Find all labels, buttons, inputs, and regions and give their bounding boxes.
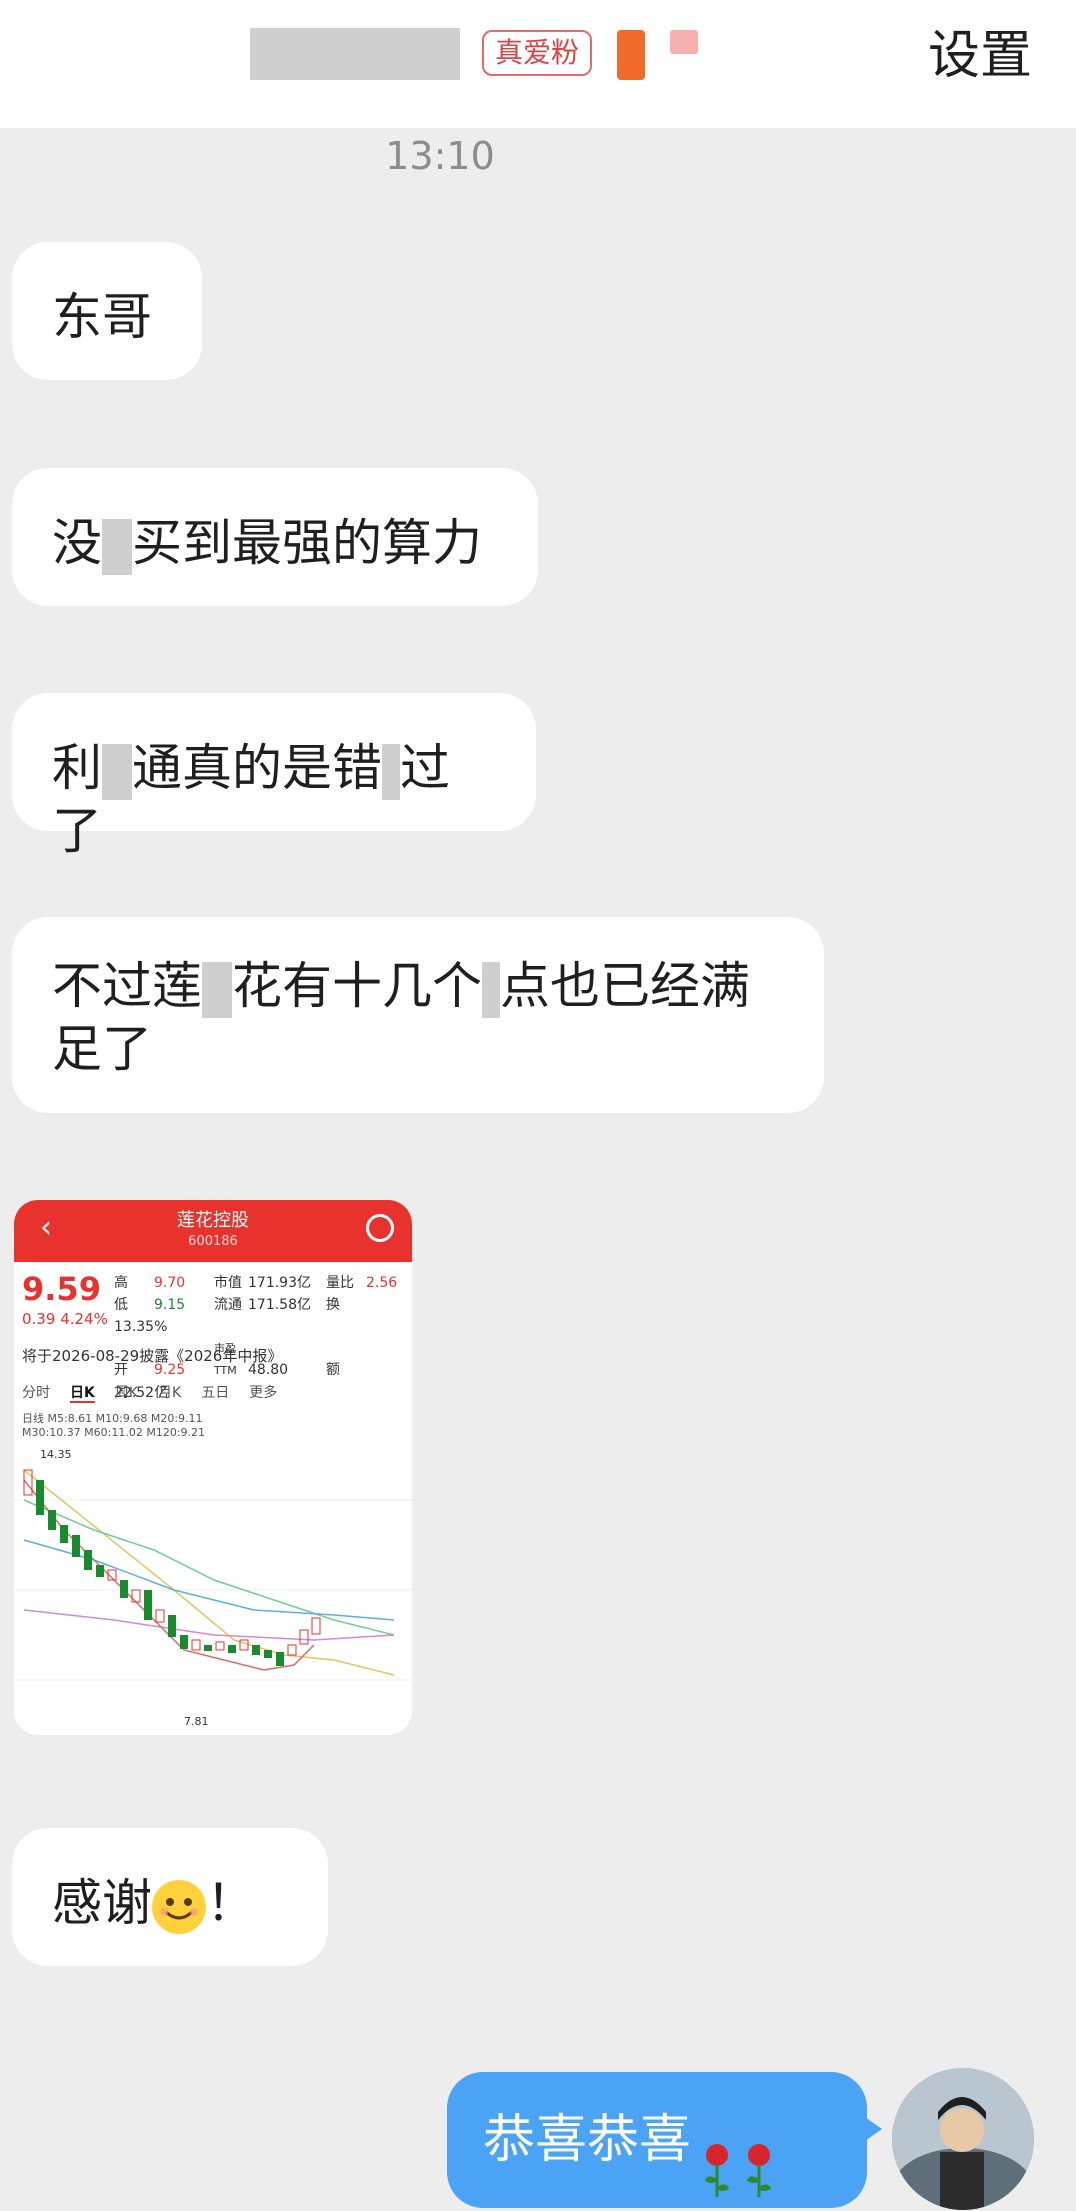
chart-high-label: 14.35: [40, 1448, 72, 1461]
message-bubble[interactable]: 利通真的是错 过了: [12, 693, 536, 860]
stock-screenshot-image[interactable]: ‹ 莲花控股 600186 9.59 0.39 4.24% 高 9.70 市值 171…: [14, 1200, 412, 1735]
stock-code: 600186: [188, 1234, 238, 1249]
ma-legend: 日线 M5:8.61 M10:9.68 M20:9.11 M30:10.37 M…: [22, 1412, 206, 1439]
message-text: 不过莲: [52, 957, 202, 1015]
chart-tabs: 分时 日K 周K 月K 五日 更多: [22, 1382, 297, 1403]
kline-chart: 14.35 7.81: [14, 1448, 412, 1728]
avatar[interactable]: [892, 2068, 1034, 2210]
stock-name: 莲花控股: [177, 1210, 249, 1231]
candles: [23, 1469, 321, 1666]
message-text: 利: [52, 739, 102, 797]
message-text: 通真的是错: [132, 739, 382, 797]
stock-price: 9.59: [22, 1270, 101, 1308]
redaction-mark: [382, 743, 400, 800]
rose-emoji-icon: [743, 2114, 775, 2197]
settings-button[interactable]: 设置: [928, 26, 1032, 86]
badge-icon: [617, 30, 645, 80]
message-text: 东哥: [52, 288, 152, 346]
timestamp: 13:10: [385, 134, 495, 178]
redaction-mark: [102, 743, 132, 800]
chart-low-label: 7.81: [184, 1715, 209, 1728]
stock-app-header: ‹ 莲花控股 600186: [14, 1200, 412, 1262]
message-bubble[interactable]: 东哥: [12, 242, 202, 380]
stock-change: 0.39 4.24%: [22, 1310, 108, 1328]
message-bubble[interactable]: 感谢 ！: [12, 1828, 328, 1966]
badge-icon-secondary: [670, 30, 698, 54]
chat-header: 真爱粉 设置: [0, 0, 1076, 128]
smile-emoji-icon: [152, 1879, 206, 1934]
tab-five-day: 五日: [201, 1385, 230, 1401]
message-text: 恭喜恭喜: [483, 2110, 692, 2170]
message-text: 没: [52, 514, 102, 572]
redaction-mark: [202, 961, 232, 1018]
message-text: 感谢: [52, 1874, 152, 1932]
redaction-mark: [102, 518, 132, 575]
my-message-bubble[interactable]: 恭喜恭喜: [447, 2072, 867, 2208]
rose-emoji-icon: [701, 2114, 733, 2197]
tab-more: 更多: [249, 1385, 278, 1401]
redaction-mark: [482, 961, 500, 1018]
report-notice: 将于2026-08-29披露《2026年中报》: [22, 1347, 283, 1365]
tab-weekly-k: 周K: [114, 1385, 139, 1401]
tab-monthly-k: 月K: [158, 1385, 182, 1401]
message-text: ！: [206, 1874, 256, 1932]
tab-daily-k: 日K: [70, 1385, 95, 1403]
tab-minute: 分时: [22, 1385, 50, 1401]
fan-badge: 真爱粉: [482, 30, 592, 76]
message-bubble[interactable]: 没买到最强的算力: [12, 468, 538, 606]
bubble-tail: [862, 2115, 882, 2143]
search-icon: [366, 1214, 394, 1242]
message-text: 买到最强的算力: [132, 514, 482, 572]
contact-name-redacted: [250, 28, 460, 80]
message-bubble[interactable]: 不过莲 花有十几个 点也已经满足了: [12, 917, 824, 1113]
message-text: 花有十几个: [232, 957, 482, 1015]
